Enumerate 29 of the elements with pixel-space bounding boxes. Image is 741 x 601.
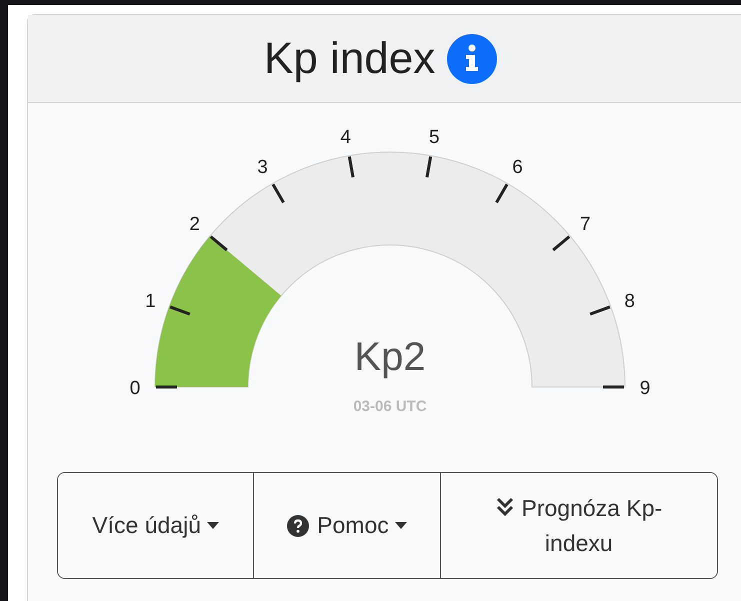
gauge-tick [210,235,228,252]
gauge-tick [156,386,177,388]
scale-label: 6 [512,157,523,178]
help-icon [287,514,310,536]
gauge-tick [603,386,624,388]
caret-icon [394,522,407,529]
info-icon[interactable] [447,34,498,84]
gauge-tick [495,184,508,204]
kp-reading: Kp2 [354,335,426,379]
gauge-tick [552,235,570,252]
gauge-tick [426,156,432,178]
card-title: Kp index [264,32,436,84]
gauge-tick [348,156,354,178]
scale-label: 5 [429,126,440,148]
scale-label: 4 [340,126,351,148]
scale-label: 3 [257,157,268,178]
gauge-tick [590,306,610,316]
caret-icon [207,522,219,529]
scale-label: 8 [624,290,635,312]
double-chevron-down-icon [496,497,514,517]
scale-label: 9 [640,378,650,399]
scale-label: 1 [145,290,156,312]
gauge-tick [170,306,190,316]
gauge-tick [272,184,285,204]
scale-label: 2 [189,214,200,236]
time-range: 03-06 UTC [353,398,427,415]
scale-label: 7 [580,214,591,236]
scale-label: 0 [130,378,140,399]
forecast-button[interactable]: Prognóza Kp-indexu [440,473,717,578]
